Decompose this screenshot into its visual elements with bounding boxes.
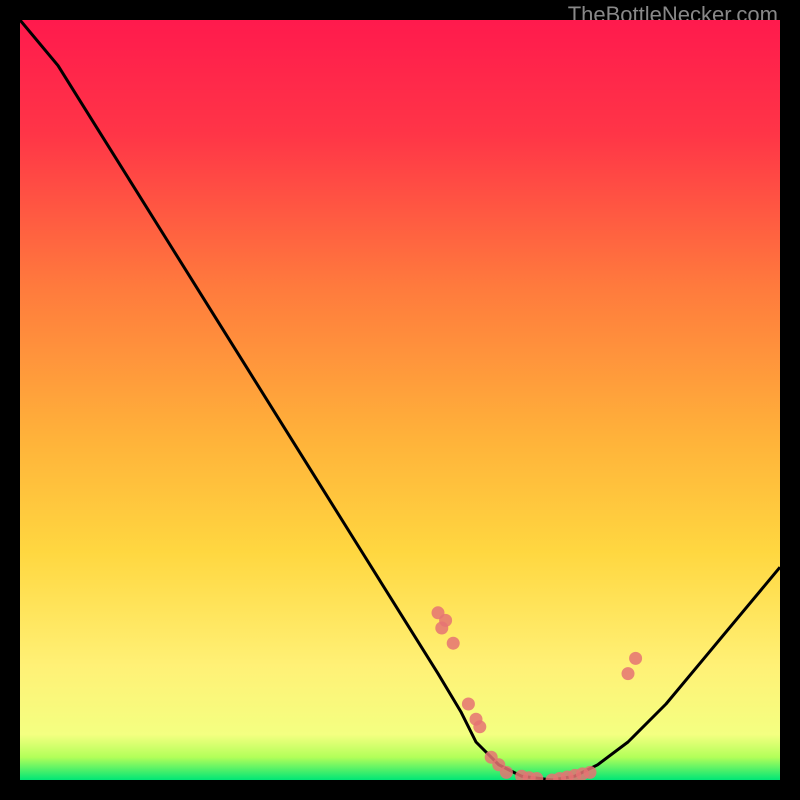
data-point [622,667,635,680]
data-point [435,622,448,635]
data-point [584,766,597,779]
data-point [447,637,460,650]
plot-area [20,20,780,780]
data-point [462,698,475,711]
data-point [500,766,513,779]
data-point [473,720,486,733]
chart-container: TheBottleNecker.com [0,0,800,800]
chart-svg [20,20,780,780]
data-point [629,652,642,665]
gradient-background [20,20,780,780]
